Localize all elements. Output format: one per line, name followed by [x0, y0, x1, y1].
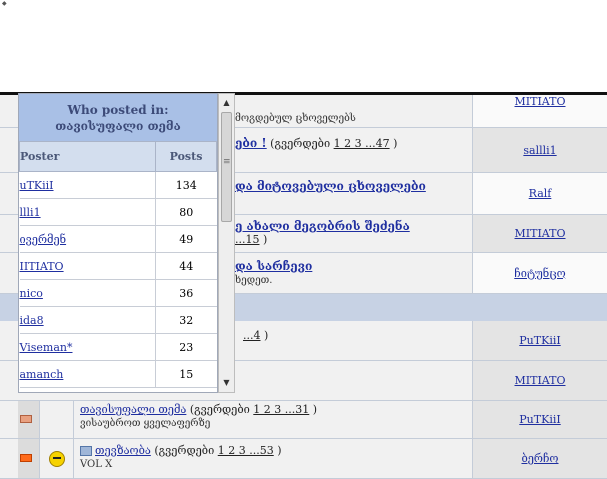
- poster-row: IIТIATO 44: [19, 252, 217, 280]
- poster-row: uTKiiI 134: [19, 171, 217, 199]
- envelope-icon: [80, 446, 92, 456]
- poster-link[interactable]: ida8: [20, 314, 44, 327]
- poster-link[interactable]: uTKiiI: [20, 179, 54, 192]
- poster-row: ida8 32: [19, 306, 217, 334]
- poster-link[interactable]: ივერმენ: [20, 233, 67, 246]
- hot-topic-icon: [20, 454, 32, 462]
- last-poster-link[interactable]: ბერჩო: [521, 452, 558, 465]
- post-count: 23: [155, 333, 217, 361]
- scroll-up-arrow-icon[interactable]: ▲: [219, 96, 234, 110]
- table-row: თავისუფალი თემა (გვერდები 1 2 3 ...31 ) …: [0, 401, 607, 439]
- topic-status-icon: [20, 415, 32, 423]
- smiley-icon: [48, 450, 65, 467]
- scroll-down-arrow-icon[interactable]: ▼: [219, 376, 234, 390]
- poster-row: nico 36: [19, 279, 217, 307]
- pages-links[interactable]: 1 2 3 ...53: [218, 444, 274, 457]
- post-count: 32: [155, 306, 217, 334]
- topic-link[interactable]: და მიტოვებული ცხოველები: [235, 179, 426, 193]
- pages-links[interactable]: 1 2 3 ...47: [334, 137, 390, 150]
- status-cell: [18, 439, 40, 478]
- pages-suffix: ): [260, 329, 269, 342]
- pages-suffix: ): [389, 137, 398, 150]
- post-count: 15: [155, 360, 217, 388]
- poster-table: Poster Posts uTKiiI 134 llli1 80 ივერმენ…: [19, 141, 217, 388]
- pages-label: (გვერდები: [186, 403, 254, 416]
- popup-scrollbar[interactable]: ▲ ▼: [218, 93, 235, 393]
- emoticon-cell: [40, 439, 74, 478]
- last-poster-link[interactable]: MITIATO: [515, 95, 566, 108]
- topic-desc: მოგდებულ ცხოველებს: [235, 113, 356, 124]
- poster-link[interactable]: amanch: [20, 368, 64, 381]
- posts-column-header: Posts: [155, 141, 217, 172]
- poster-row: Viseman* 23: [19, 333, 217, 361]
- topic-link[interactable]: ე ახალი მეგობრის შეძენა: [235, 219, 410, 233]
- poster-row: llli1 80: [19, 198, 217, 226]
- post-count: 49: [155, 225, 217, 253]
- who-posted-popup: Who posted in: თავისუფალი თემა Poster Po…: [18, 93, 218, 393]
- poster-link[interactable]: llli1: [20, 206, 41, 219]
- pages-links[interactable]: ...15: [235, 233, 260, 246]
- last-poster-link[interactable]: Ralf: [529, 187, 552, 200]
- post-count: 134: [155, 171, 217, 199]
- pages-suffix: ): [309, 403, 318, 416]
- last-poster-link[interactable]: PuTKiiI: [519, 334, 560, 347]
- poster-link[interactable]: nico: [20, 287, 43, 300]
- poster-row: ივერმენ 49: [19, 225, 217, 253]
- last-poster-link[interactable]: ჩიტუნცო: [514, 267, 565, 280]
- topic-desc: ვისაუბროთ ყველაფერზე: [80, 418, 211, 429]
- last-poster-link[interactable]: MITIATO: [515, 227, 566, 240]
- post-count: 80: [155, 198, 217, 226]
- topic-link[interactable]: ები !: [235, 136, 267, 150]
- post-count: 44: [155, 252, 217, 280]
- poster-link[interactable]: IIТIATO: [20, 260, 64, 273]
- last-poster-link[interactable]: sallli1: [523, 144, 556, 157]
- topic-link[interactable]: და სარჩევი: [235, 259, 312, 273]
- pages-links[interactable]: ...4: [243, 329, 261, 342]
- poster-link[interactable]: Viseman*: [20, 341, 73, 354]
- last-poster-link[interactable]: PuTKiiI: [519, 413, 560, 426]
- pages-links[interactable]: 1 2 3 ...31: [253, 403, 309, 416]
- poster-row: amanch 15: [19, 360, 217, 388]
- pages-suffix: ): [273, 444, 282, 457]
- pages-label: (გვერდები: [266, 137, 334, 150]
- pages-label: (გვერდები: [150, 444, 218, 457]
- emoticon-cell: [40, 401, 74, 438]
- scroll-thumb[interactable]: [221, 112, 232, 222]
- topic-desc: VOL X: [80, 459, 113, 470]
- topic-link[interactable]: თევზაობა: [95, 444, 151, 457]
- poster-column-header: Poster: [19, 141, 156, 172]
- popup-title: Who posted in: თავისუფალი თემა: [19, 94, 217, 141]
- topic-link[interactable]: თავისუფალი თემა: [80, 403, 186, 416]
- pages-suffix: ): [259, 233, 268, 246]
- last-poster-link[interactable]: MITIATO: [515, 374, 566, 387]
- status-cell: [18, 401, 40, 438]
- table-row: თევზაობა (გვერდები 1 2 3 ...53 ) VOL X ბ…: [0, 439, 607, 479]
- topic-desc: ხედეთ.: [235, 275, 273, 286]
- corner-icon: ◆: [2, 0, 7, 7]
- post-count: 36: [155, 279, 217, 307]
